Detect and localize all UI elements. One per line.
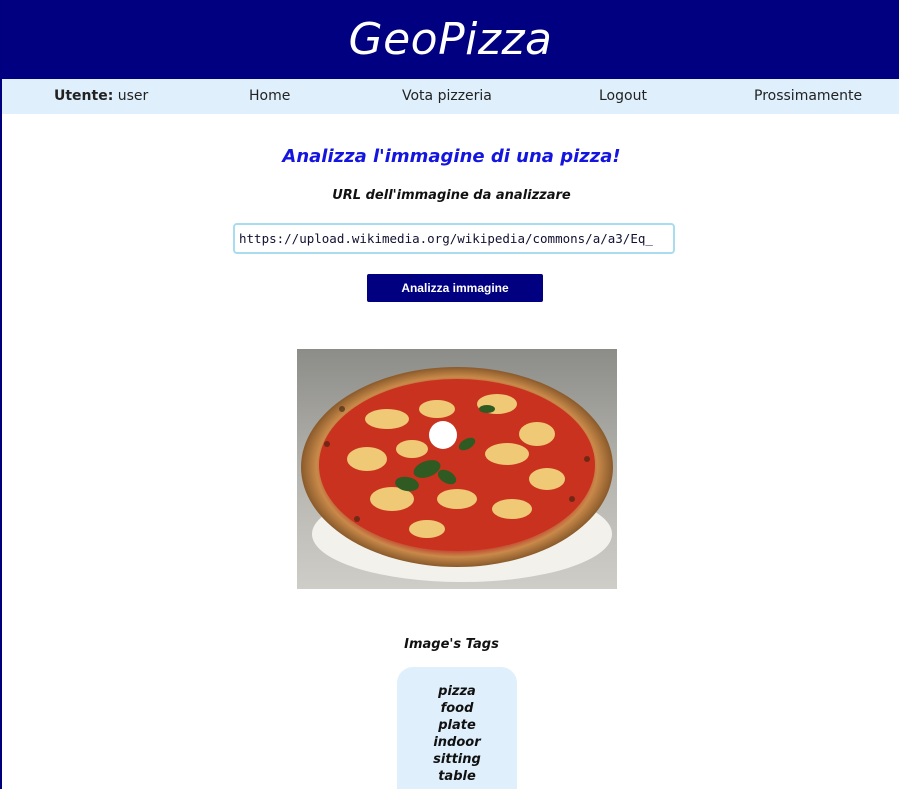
nav-vota-pizzeria-link[interactable]: Vota pizzeria [402,88,492,104]
pizza-image [297,349,617,589]
image-url-input[interactable] [233,223,675,254]
tag-item: food [440,701,474,716]
tag-item: pizza [438,684,476,699]
nav-prossimamente-link[interactable]: Prossimamente [754,88,862,104]
tags-list: pizza food plate indoor sitting table [397,667,517,789]
top-nav: Utente: user Home Vota pizzeria Logout P… [2,79,899,114]
user-label: Utente: [54,88,114,104]
tag-item: sitting [433,752,481,767]
nav-logout-link[interactable]: Logout [599,88,647,104]
tags-title: Image's Tags [404,637,499,652]
analyze-image-button[interactable]: Analizza immagine [367,274,543,302]
site-logo: GeoPizza [348,14,553,65]
url-field-label: URL dell'immagine da analizzare [332,188,571,203]
user-name: user [117,88,149,104]
site-header: GeoPizza [2,0,899,79]
user-indicator: Utente: user [54,88,148,104]
tag-item: table [438,769,476,784]
tag-item: plate [438,718,476,733]
page: GeoPizza Utente: user Home Vota pizzeria… [0,0,899,789]
nav-home-link[interactable]: Home [249,88,290,104]
tag-item: indoor [433,735,481,750]
page-title: Analizza l'immagine di una pizza! [282,146,621,167]
